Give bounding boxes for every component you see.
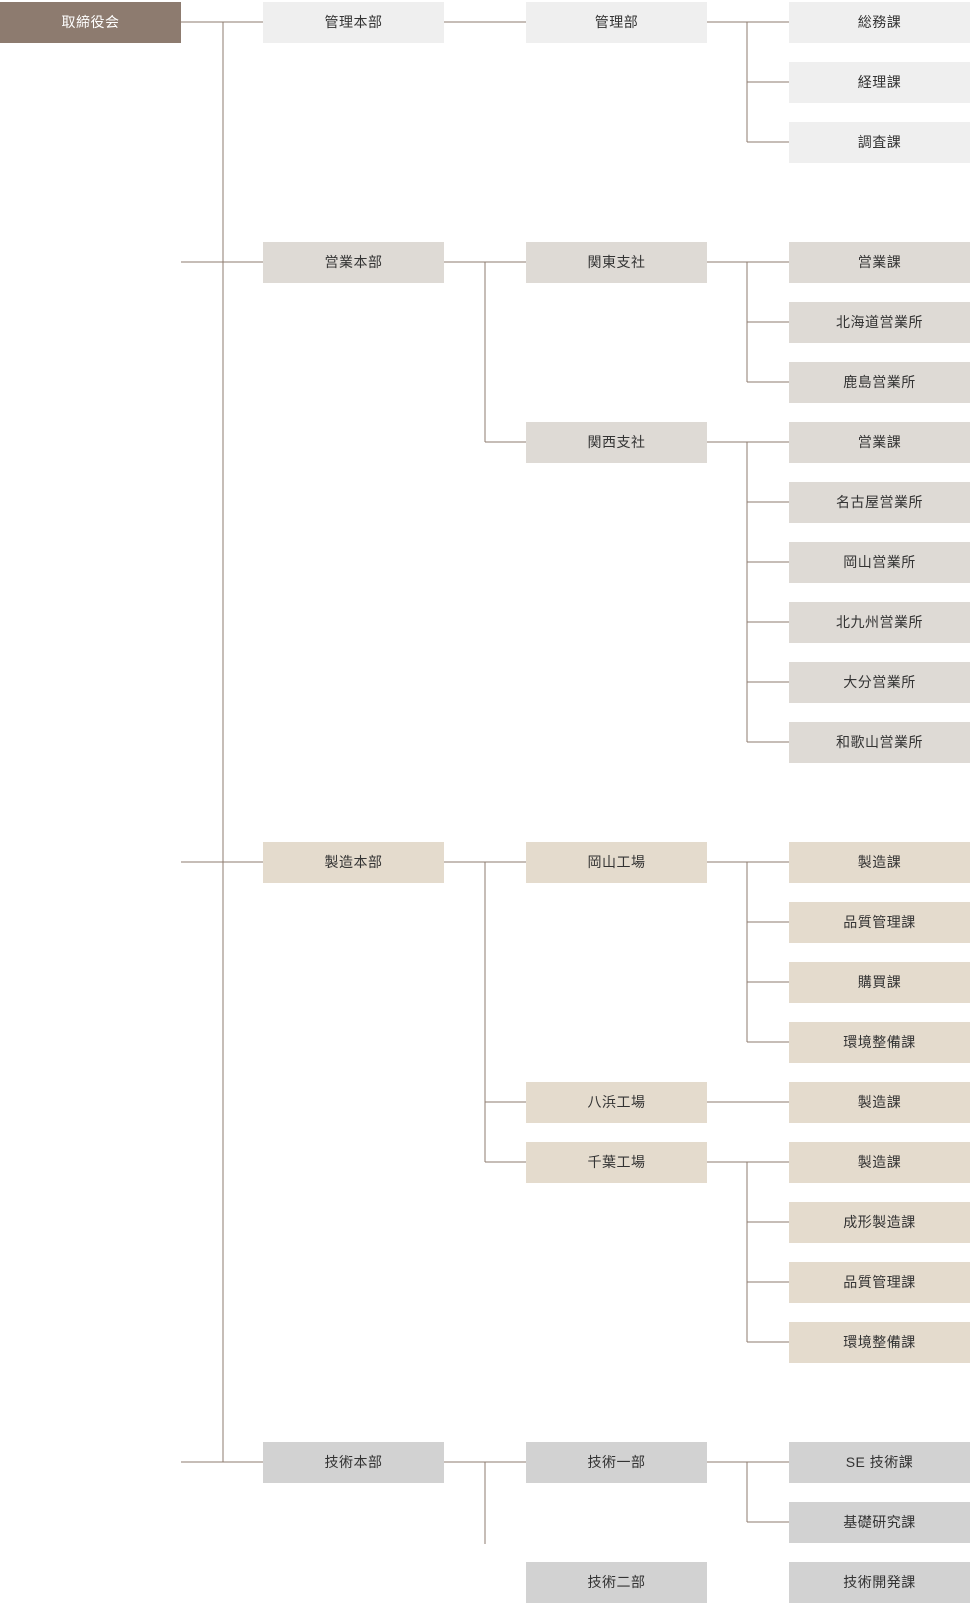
node-label: 名古屋営業所	[836, 493, 923, 510]
org-chart: 取締役会 管理本部 管理部 総務課 経理課 調査課 営業本部 関東支社 営業課 北海道営業所 鹿島営…	[0, 0, 970, 1603]
org-node-department-35[interactable]: 技術二部	[526, 1561, 707, 1603]
org-node-section-22[interactable]: 購買課	[789, 961, 970, 1003]
node-label: 品質管理課	[843, 1273, 916, 1290]
node-label: 成形製造課	[843, 1213, 916, 1230]
node-label: 環境整備課	[843, 1333, 916, 1350]
org-node-section-33[interactable]: SE 技術課	[789, 1441, 970, 1483]
org-node-section-9[interactable]: 北海道営業所	[789, 301, 970, 343]
node-label: 八浜工場	[587, 1093, 646, 1110]
node-label: 営業課	[857, 433, 902, 450]
org-node-division-1[interactable]: 管理本部	[263, 1, 444, 43]
org-node-section-5[interactable]: 調査課	[789, 121, 970, 163]
node-label: 岡山営業所	[843, 553, 916, 570]
node-label: 大分営業所	[843, 673, 916, 690]
node-label: 購買課	[857, 973, 902, 990]
node-label: 鹿島営業所	[843, 373, 916, 390]
org-node-division-6[interactable]: 営業本部	[263, 241, 444, 283]
node-label: 技術一部	[587, 1453, 646, 1470]
org-node-section-3[interactable]: 総務課	[789, 1, 970, 43]
node-label: 岡山工場	[587, 853, 646, 870]
org-node-section-23[interactable]: 環境整備課	[789, 1021, 970, 1063]
node-label: 総務課	[857, 13, 902, 30]
node-label: 和歌山営業所	[836, 733, 923, 750]
node-label: 営業本部	[324, 253, 383, 270]
org-node-department-11[interactable]: 関西支社	[526, 421, 707, 463]
org-node-department-32[interactable]: 技術一部	[526, 1441, 707, 1483]
org-node-section-13[interactable]: 名古屋営業所	[789, 481, 970, 523]
node-label: 管理本部	[324, 13, 383, 30]
org-node-department-26[interactable]: 千葉工場	[526, 1141, 707, 1183]
org-node-section-21[interactable]: 品質管理課	[789, 901, 970, 943]
node-label: 調査課	[857, 133, 902, 150]
org-node-section-28[interactable]: 成形製造課	[789, 1201, 970, 1243]
org-node-department-7[interactable]: 関東支社	[526, 241, 707, 283]
org-node-section-10[interactable]: 鹿島営業所	[789, 361, 970, 403]
node-label: 千葉工場	[587, 1153, 646, 1170]
connector-lines	[181, 21, 789, 1544]
org-node-section-15[interactable]: 北九州営業所	[789, 601, 970, 643]
org-node-section-27[interactable]: 製造課	[789, 1141, 970, 1183]
org-node-section-16[interactable]: 大分営業所	[789, 661, 970, 703]
node-label: 品質管理課	[843, 913, 916, 930]
org-node-section-14[interactable]: 岡山営業所	[789, 541, 970, 583]
node-label: 北海道営業所	[836, 313, 923, 330]
org-node-section-20[interactable]: 製造課	[789, 841, 970, 883]
org-node-section-25[interactable]: 製造課	[789, 1081, 970, 1123]
org-node-section-36[interactable]: 技術開発課	[789, 1561, 970, 1603]
org-node-section-29[interactable]: 品質管理課	[789, 1261, 970, 1303]
node-label: 北九州営業所	[836, 613, 923, 630]
node-label: 関東支社	[587, 253, 646, 270]
node-label: 関西支社	[587, 433, 646, 450]
org-node-section-17[interactable]: 和歌山営業所	[789, 721, 970, 763]
node-label: 営業課	[857, 253, 902, 270]
node-label: 管理部	[594, 13, 639, 30]
org-node-section-4[interactable]: 経理課	[789, 61, 970, 103]
node-label: 基礎研究課	[843, 1513, 916, 1530]
org-node-section-8[interactable]: 営業課	[789, 241, 970, 283]
org-node-section-34[interactable]: 基礎研究課	[789, 1501, 970, 1543]
node-label: 技術開発課	[843, 1573, 916, 1590]
org-node-division-31[interactable]: 技術本部	[263, 1441, 444, 1483]
node-label: 経理課	[857, 73, 902, 90]
node-label: 技術本部	[324, 1453, 383, 1470]
org-node-department-24[interactable]: 八浜工場	[526, 1081, 707, 1123]
org-node-division-18[interactable]: 製造本部	[263, 841, 444, 883]
node-label: 技術二部	[587, 1573, 646, 1590]
org-node-section-12[interactable]: 営業課	[789, 421, 970, 463]
org-node-section-30[interactable]: 環境整備課	[789, 1321, 970, 1363]
node-label: 取締役会	[61, 13, 120, 30]
node-label: 環境整備課	[843, 1033, 916, 1050]
org-node-department-19[interactable]: 岡山工場	[526, 841, 707, 883]
node-label: 製造本部	[324, 853, 383, 870]
org-node-root[interactable]: 取締役会	[0, 1, 181, 43]
org-node-department-2[interactable]: 管理部	[526, 1, 707, 43]
node-label: 製造課	[857, 853, 902, 870]
node-label: 製造課	[857, 1153, 902, 1170]
node-label: SE 技術課	[845, 1453, 914, 1470]
node-label: 製造課	[857, 1093, 902, 1110]
